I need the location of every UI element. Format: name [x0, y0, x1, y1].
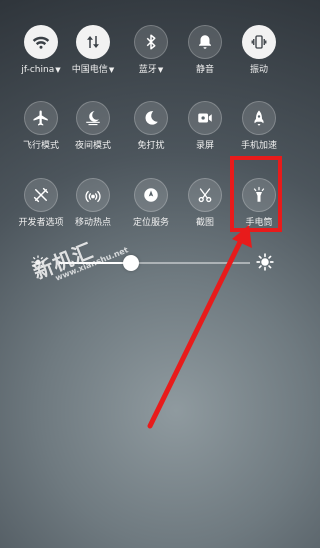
- tile-screenshot-label: 截图: [195, 218, 214, 228]
- tile-vibrate-label: 振动: [249, 65, 268, 75]
- tile-bluetooth[interactable]: 蓝牙▼: [121, 25, 181, 76]
- tile-silent[interactable]: 静音: [175, 25, 235, 76]
- bell-icon[interactable]: [188, 25, 222, 59]
- brightness-slider-thumb[interactable]: [122, 255, 139, 271]
- tile-phone-boost-label: 手机加速: [240, 141, 277, 151]
- bluetooth-icon[interactable]: [134, 25, 168, 59]
- screen-record-icon[interactable]: [188, 101, 222, 135]
- hotspot-icon[interactable]: [76, 178, 110, 212]
- tile-phone-boost[interactable]: 手机加速: [229, 101, 289, 152]
- tile-wifi-label: jf-china▼: [11, 65, 71, 76]
- tile-bluetooth-label: 蓝牙▼: [121, 65, 181, 76]
- wifi-network-name: jf-china: [21, 65, 55, 75]
- tile-do-not-disturb-label: 免打扰: [137, 141, 165, 151]
- mobile-data-icon[interactable]: [76, 25, 110, 59]
- carrier-name: 中国电信: [71, 65, 108, 75]
- tile-vibrate[interactable]: 振动: [229, 25, 289, 76]
- chevron-down-icon[interactable]: ▼: [55, 66, 60, 74]
- tile-mobile-data[interactable]: 中国电信▼: [63, 25, 123, 76]
- tile-night-mode[interactable]: 夜间模式: [63, 101, 123, 152]
- quick-settings-panel: jf-china▼ 中国电信▼ 蓝牙▼ 静音 振动 飞行模式 夜间模式 免打扰 …: [0, 0, 300, 548]
- vibrate-icon[interactable]: [242, 25, 276, 59]
- tile-screen-record[interactable]: 录屏: [175, 101, 235, 152]
- watermark: 新机汇 www.xianshu.net: [28, 222, 129, 289]
- bluetooth-label: 蓝牙: [138, 65, 157, 75]
- tile-airplane-mode[interactable]: 飞行模式: [11, 101, 71, 152]
- highlight-box: [230, 156, 282, 232]
- airplane-icon[interactable]: [24, 101, 58, 135]
- tile-location-service[interactable]: 定位服务: [121, 178, 181, 229]
- tile-silent-label: 静音: [195, 65, 214, 75]
- tools-icon[interactable]: [24, 178, 58, 212]
- tile-do-not-disturb[interactable]: 免打扰: [121, 101, 181, 152]
- night-mode-icon[interactable]: [76, 101, 110, 135]
- brightness-high-icon: [256, 253, 274, 271]
- tile-mobile-data-label: 中国电信▼: [63, 65, 123, 76]
- location-icon[interactable]: [134, 178, 168, 212]
- tile-airplane-mode-label: 飞行模式: [22, 141, 59, 151]
- scissors-icon[interactable]: [188, 178, 222, 212]
- tile-screen-record-label: 录屏: [195, 141, 214, 151]
- tile-mobile-hotspot[interactable]: 移动热点: [63, 178, 123, 229]
- tile-wifi[interactable]: jf-china▼: [11, 25, 71, 76]
- chevron-down-icon[interactable]: ▼: [109, 66, 114, 74]
- moon-icon[interactable]: [134, 101, 168, 135]
- rocket-icon[interactable]: [242, 101, 276, 135]
- tile-location-service-label: 定位服务: [132, 218, 169, 228]
- tile-screenshot[interactable]: 截图: [175, 178, 235, 229]
- chevron-down-icon[interactable]: ▼: [158, 66, 163, 74]
- tile-developer-options[interactable]: 开发者选项: [11, 178, 71, 229]
- wifi-icon[interactable]: [24, 25, 58, 59]
- tile-night-mode-label: 夜间模式: [74, 141, 111, 151]
- tile-developer-options-label: 开发者选项: [18, 218, 64, 228]
